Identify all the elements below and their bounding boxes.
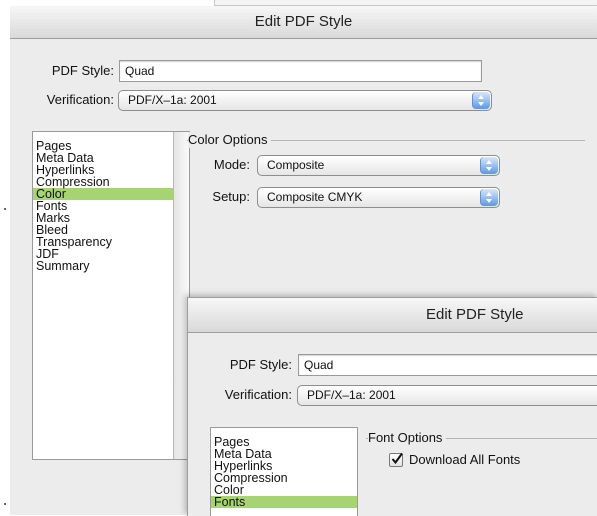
- category-item-summary[interactable]: Summary: [33, 260, 189, 273]
- verification-label: Verification:: [224, 387, 292, 402]
- margin-dot: [4, 208, 6, 210]
- dialog-title: Edit PDF Style: [188, 298, 597, 333]
- pdf-style-field[interactable]: Quad: [298, 354, 597, 376]
- dialog-title: Edit PDF Style: [10, 6, 597, 39]
- checkmark-icon: [391, 452, 403, 465]
- verification-value: PDF/X–1a: 2001: [128, 93, 217, 107]
- setup-popup[interactable]: Composite CMYK: [257, 187, 500, 208]
- category-item-fonts[interactable]: Fonts: [211, 496, 357, 508]
- verification-popup[interactable]: PDF/X–1a: 2001: [297, 385, 597, 406]
- color-options-title: Color Options: [188, 132, 272, 148]
- category-list[interactable]: Pages Meta Data Hyperlinks Compression Color…: [32, 131, 190, 460]
- verification-popup[interactable]: PDF/X–1a: 2001: [118, 90, 492, 111]
- mode-value: Composite: [267, 158, 325, 172]
- pdf-style-label: PDF Style:: [51, 63, 114, 78]
- edit-pdf-style-dialog-front: Edit PDF Style PDF Style: Quad Verificat…: [187, 297, 597, 516]
- font-options-title: Font Options: [368, 430, 447, 446]
- pdf-style-label: PDF Style:: [229, 357, 292, 372]
- mode-popup[interactable]: Composite: [257, 155, 500, 176]
- popup-arrows-icon: [472, 92, 490, 109]
- setup-label: Setup:: [212, 189, 250, 204]
- category-list[interactable]: Pages Meta Data Hyperlinks Compression Color…: [210, 427, 358, 516]
- pdf-style-field[interactable]: Quad: [119, 60, 482, 82]
- verification-label: Verification:: [46, 92, 114, 107]
- verification-value: PDF/X–1a: 2001: [307, 388, 396, 402]
- popup-arrows-icon: [480, 157, 498, 174]
- setup-value: Composite CMYK: [267, 190, 363, 204]
- popup-arrows-icon: [480, 189, 498, 206]
- download-all-fonts-label: Download All Fonts: [409, 452, 521, 467]
- mode-label: Mode:: [213, 157, 250, 172]
- download-all-fonts-checkbox[interactable]: [389, 452, 403, 467]
- margin-dot: [4, 503, 6, 505]
